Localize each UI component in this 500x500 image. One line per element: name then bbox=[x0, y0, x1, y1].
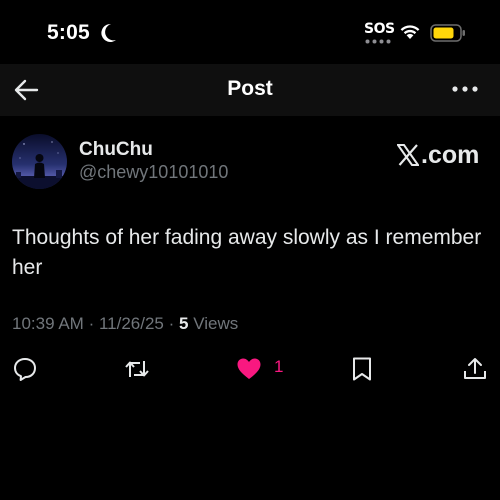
page-title: Post bbox=[227, 77, 273, 100]
heart-icon bbox=[237, 358, 261, 379]
post-header: Post bbox=[0, 64, 500, 116]
status-bar: 5:05 SOS bbox=[0, 0, 500, 64]
battery-icon bbox=[430, 24, 465, 42]
share-icon bbox=[464, 358, 486, 379]
more-options-icon[interactable] bbox=[452, 84, 478, 94]
avatar-image bbox=[12, 134, 67, 189]
like-count: 1 bbox=[274, 357, 284, 376]
meta-separator: · bbox=[88, 314, 95, 333]
views-label[interactable]: Views bbox=[193, 314, 238, 333]
views-count[interactable]: 5 bbox=[179, 314, 188, 333]
post-meta: 10:39 AM · 11/26/25 · 5 Views bbox=[12, 314, 238, 334]
wifi-icon bbox=[400, 25, 420, 39]
like-button[interactable]: 1 bbox=[236, 356, 296, 382]
sos-indicator: SOS bbox=[364, 21, 395, 37]
post-text: Thoughts of her fading away slowly as I … bbox=[12, 226, 482, 279]
moon-icon bbox=[101, 23, 116, 42]
x-com-label: .com bbox=[421, 141, 480, 169]
comment-icon bbox=[14, 358, 36, 381]
signal-dots-icon bbox=[365, 39, 391, 44]
avatar[interactable] bbox=[12, 134, 67, 189]
bookmark-icon bbox=[353, 357, 371, 381]
post-time: 10:39 AM bbox=[12, 314, 84, 333]
user-handle[interactable]: @chewy10101010 bbox=[79, 162, 228, 183]
meta-separator: · bbox=[168, 314, 175, 333]
post-date: 11/26/25 bbox=[98, 314, 164, 333]
status-time: 5:05 bbox=[47, 21, 90, 44]
display-name[interactable]: ChuChu bbox=[79, 139, 153, 161]
repost-icon bbox=[125, 361, 149, 377]
x-logo-icon bbox=[397, 144, 419, 166]
